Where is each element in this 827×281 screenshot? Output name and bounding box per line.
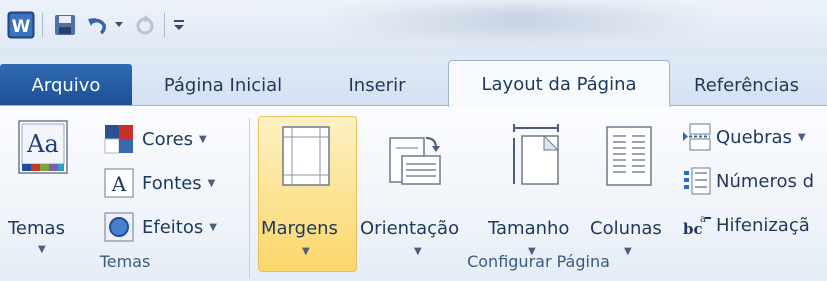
line-numbers-icon — [682, 166, 712, 196]
effects-icon — [104, 212, 134, 242]
undo-dropdown-icon[interactable] — [112, 18, 126, 32]
qat-separator — [42, 13, 43, 37]
breaks-button[interactable]: Quebras ▼ — [682, 122, 806, 152]
themes-button[interactable]: Aa Temas ▼ — [8, 114, 88, 264]
tab-pagina-inicial[interactable]: Página Inicial — [148, 64, 298, 106]
size-button[interactable]: Tamanho ▼ — [486, 116, 586, 270]
tab-arquivo[interactable]: Arquivo — [0, 64, 132, 106]
qat-separator — [164, 13, 165, 37]
tab-inserir[interactable]: Inserir — [334, 64, 420, 106]
themes-label: Temas — [8, 218, 65, 239]
hyphenation-icon: bc a — [682, 210, 712, 240]
fonts-dropdown-icon: ▼ — [207, 177, 216, 189]
tab-referencias[interactable]: Referências — [694, 64, 827, 106]
colors-dropdown-icon: ▼ — [199, 133, 207, 145]
orientation-label: Orientação — [360, 218, 460, 239]
columns-label: Colunas — [590, 218, 662, 239]
effects-button[interactable]: Efeitos ▼ — [104, 212, 217, 242]
columns-button[interactable]: Colunas ▼ — [588, 116, 672, 270]
svg-text:a: a — [700, 214, 706, 225]
breaks-icon — [682, 122, 712, 152]
hyphenation-button[interactable]: bc a Hifenizaçã — [682, 210, 810, 240]
effects-dropdown-icon: ▼ — [209, 221, 217, 233]
orientation-icon — [386, 132, 442, 192]
group-label-configurar-pagina: Configurar Página — [467, 252, 610, 271]
svg-text:Aa: Aa — [26, 130, 59, 158]
customize-qat-icon[interactable] — [168, 12, 190, 38]
size-label: Tamanho — [488, 218, 570, 239]
effects-label: Efeitos — [142, 216, 204, 238]
tab-layout-da-pagina[interactable]: Layout da Página — [448, 60, 670, 107]
margins-label: Margens — [261, 218, 338, 239]
redo-icon[interactable] — [130, 10, 160, 40]
save-icon[interactable] — [50, 10, 80, 40]
group-label-temas: Temas — [99, 252, 151, 271]
undo-icon[interactable] — [82, 10, 112, 40]
fonts-button[interactable]: A Fontes ▼ — [104, 168, 215, 198]
word-app-icon[interactable]: W — [6, 10, 36, 40]
themes-icon: Aa — [18, 120, 68, 180]
breaks-label: Quebras — [716, 126, 792, 148]
line-numbers-label: Números d — [716, 170, 815, 192]
orientation-button[interactable]: Orientação ▼ — [360, 116, 480, 270]
breaks-dropdown-icon: ▼ — [797, 131, 806, 143]
svg-text:A: A — [111, 172, 127, 196]
size-icon — [510, 124, 562, 190]
line-numbers-button[interactable]: Números d — [682, 166, 814, 196]
colors-label: Cores — [142, 128, 194, 150]
margins-button[interactable]: Margens ▼ — [258, 116, 355, 270]
fonts-label: Fontes — [142, 172, 202, 194]
svg-text:W: W — [12, 17, 31, 37]
colors-icon — [104, 124, 134, 154]
hyphenation-label: Hifenizaçã — [716, 214, 810, 236]
margins-icon — [282, 126, 330, 190]
colors-button[interactable]: Cores ▼ — [104, 124, 207, 154]
fonts-icon: A — [104, 168, 134, 198]
columns-icon — [606, 126, 652, 190]
